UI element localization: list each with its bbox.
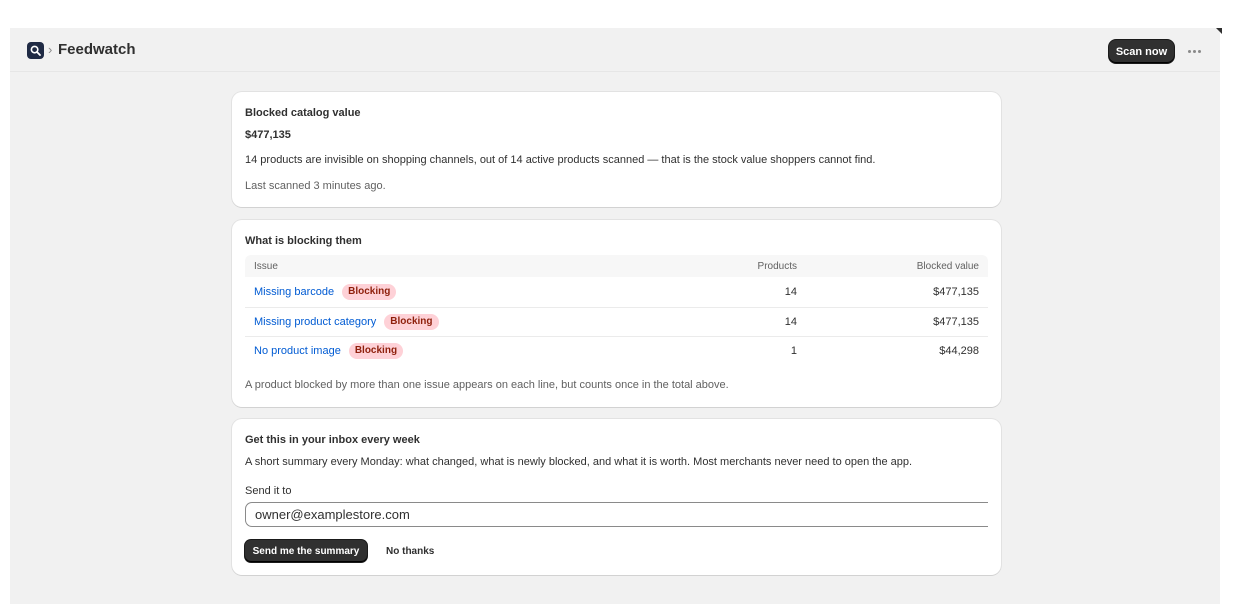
last-scanned-text: Last scanned 3 minutes ago. — [245, 180, 386, 192]
products-count: 1 — [790, 345, 797, 358]
title-bar: › Feedwatch Scan now — [10, 28, 1220, 72]
inbox-description: A short summary every Monday: what chang… — [245, 456, 913, 468]
status-badge: Blocking — [348, 343, 404, 360]
magnifier-icon — [27, 42, 44, 59]
issue-link[interactable]: Missing product category — [254, 316, 376, 328]
issue-link[interactable]: No product image — [254, 345, 341, 357]
page-title: Feedwatch — [58, 41, 136, 58]
email-field[interactable] — [245, 502, 988, 527]
table-header: Issue Products Blocked value — [245, 255, 988, 277]
send-summary-button[interactable]: Send me the summary — [245, 540, 367, 562]
status-badge: Blocking — [342, 283, 397, 300]
table-footnote: A product blocked by more than one issue… — [245, 379, 729, 391]
issues-table: Issue Products Blocked value Missing bar… — [245, 255, 988, 366]
card-title: What is blocking them — [245, 235, 362, 247]
card-title: Get this in your inbox every week — [245, 434, 420, 446]
products-count: 14 — [784, 315, 797, 328]
table-row: Missing barcode Blocking 14 $477,135 — [245, 277, 988, 307]
column-header-issue: Issue — [254, 260, 278, 272]
table-row: Missing product category Blocking 14 $47… — [245, 306, 988, 337]
scan-now-button[interactable]: Scan now — [1109, 40, 1174, 63]
issue-link[interactable]: Missing barcode — [254, 286, 334, 298]
blocked-value-amount: $477,135 — [245, 129, 291, 141]
summary-description: 14 products are invisible on shopping ch… — [245, 154, 876, 166]
breadcrumb-chevron-icon: › — [48, 42, 53, 57]
no-thanks-button[interactable]: No thanks — [378, 540, 442, 562]
products-count: 14 — [784, 285, 797, 298]
blocking-issues-card: What is blocking them Issue Products Blo… — [232, 220, 1001, 407]
ellipsis-icon[interactable] — [1186, 42, 1202, 60]
column-header-blocked-value: Blocked value — [916, 260, 979, 272]
card-title: Blocked catalog value — [245, 107, 361, 119]
status-badge: Blocking — [384, 313, 439, 330]
column-header-products: Products — [757, 260, 797, 272]
inbox-signup-card: Get this in your inbox every week A shor… — [232, 419, 1001, 575]
blocked-value: $44,298 — [939, 345, 979, 358]
email-field-label: Send it to — [245, 485, 292, 497]
blocked-value-card: Blocked catalog value $477,135 14 produc… — [232, 92, 1001, 207]
blocked-value: $477,135 — [933, 285, 979, 298]
table-row: No product image Blocking 1 $44,298 — [245, 336, 988, 366]
blocked-value: $477,135 — [933, 315, 979, 328]
